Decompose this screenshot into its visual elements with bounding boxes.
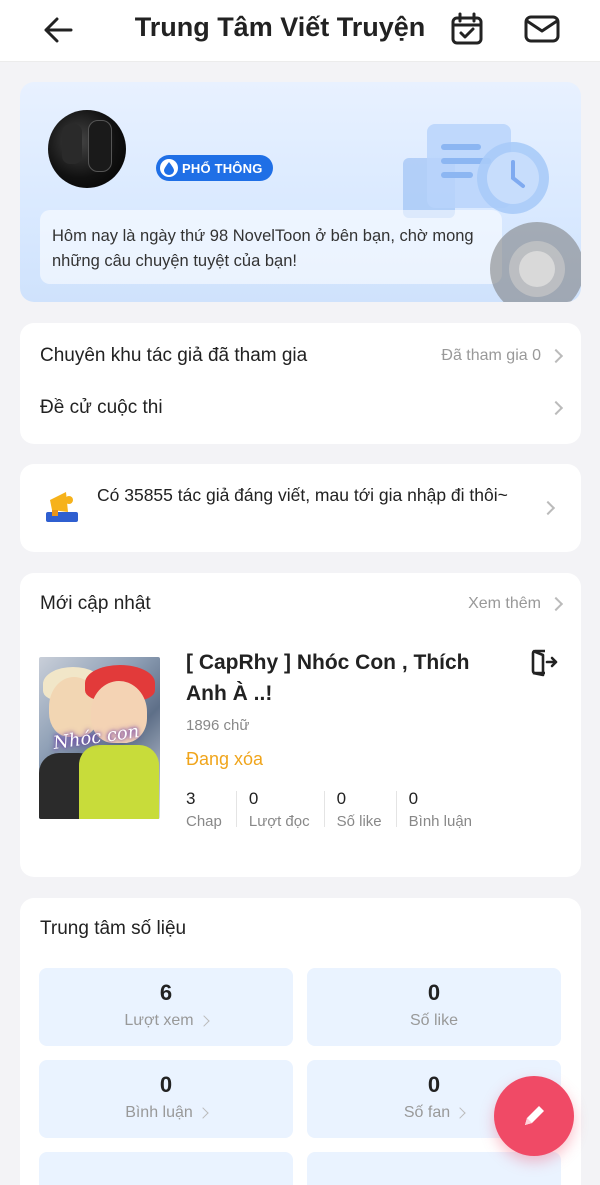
chevron-right-icon: [548, 348, 564, 364]
data-center-card: Trung tâm số liệu 6 Lượt xem 0 Số like 0…: [20, 898, 581, 1185]
stat-comments: 0 Bình luận: [409, 789, 486, 830]
stat-label: Số like: [336, 813, 382, 830]
stat-label: Lượt đọc: [248, 813, 310, 830]
story-stats: 3 Chap 0 Lượt đọc 0 Số like 0 Bình luận: [186, 789, 486, 830]
story-title[interactable]: [ CapRhy ] Nhóc Con , Thích Anh À ..!: [186, 647, 506, 709]
stat-label: Chap: [186, 813, 222, 830]
tile-likes[interactable]: 0 Số like: [307, 968, 561, 1046]
story-status: Đang xóa: [186, 749, 264, 769]
promo-text: Có 35855 tác giả đáng viết, mau tới gia …: [97, 485, 508, 505]
author-links-card: Chuyên khu tác giả đã tham gia Đã tham g…: [20, 323, 581, 444]
stat-label: Bình luận: [408, 813, 473, 830]
welcome-message: Hôm nay là ngày thứ 98 NovelToon ở bên b…: [40, 210, 502, 284]
recent-updates-card: Mới cập nhật Xem thêm Nhóc con [ CapRhy …: [20, 573, 581, 877]
floating-assistive-button[interactable]: [490, 222, 581, 302]
chevron-right-icon: [548, 400, 564, 416]
divider: [235, 791, 237, 827]
tile-views[interactable]: 6 Lượt xem: [39, 968, 293, 1046]
profile-card: PHỔ THÔNG Hôm nay là ngày thứ 98 NovelTo…: [20, 82, 581, 302]
divider: [395, 791, 397, 827]
chevron-right-icon: [197, 1015, 210, 1027]
membership-badge: PHỔ THÔNG: [156, 155, 273, 181]
tile-partial[interactable]: [39, 1152, 293, 1185]
tile-comments[interactable]: 0 Bình luận: [39, 1060, 293, 1138]
see-more-link[interactable]: Xem thêm: [468, 595, 564, 613]
stat-likes: 0 Số like: [337, 789, 396, 830]
data-center-header: Trung tâm số liệu: [40, 918, 561, 940]
exit-icon[interactable]: [528, 647, 558, 677]
tile-partial[interactable]: [307, 1152, 561, 1185]
story-cover-image[interactable]: Nhóc con: [39, 657, 160, 819]
stat-value: 3: [186, 789, 196, 808]
write-fab-button[interactable]: [494, 1076, 574, 1156]
megaphone-icon: [46, 492, 78, 522]
joined-zones-row[interactable]: Chuyên khu tác giả đã tham gia Đã tham g…: [40, 345, 564, 367]
water-drop-icon: [160, 159, 178, 177]
tile-label: Lượt xem: [124, 1012, 194, 1029]
membership-badge-label: PHỔ THÔNG: [182, 160, 263, 176]
stat-reads: 0 Lượt đọc: [249, 789, 324, 830]
tile-label: Số fan: [403, 1104, 451, 1121]
divider: [323, 791, 325, 827]
mail-icon[interactable]: [522, 10, 562, 48]
page-title: Trung Tâm Viết Truyện: [134, 12, 426, 42]
joined-zones-label: Chuyên khu tác giả đã tham gia: [40, 345, 308, 366]
stat-value: 0: [408, 789, 419, 808]
contest-nomination-label: Đề cử cuộc thi: [40, 397, 163, 418]
word-count: 1896 chữ: [186, 717, 250, 734]
stat-value: 0: [336, 789, 347, 808]
chevron-right-icon: [197, 1107, 209, 1119]
tile-label: Bình luận: [125, 1104, 193, 1121]
stat-value: 0: [248, 789, 259, 808]
stat-chapters: 3 Chap: [186, 789, 236, 830]
see-more-label: Xem thêm: [468, 595, 541, 612]
chevron-right-icon: [540, 500, 556, 516]
promo-card[interactable]: Có 35855 tác giả đáng viết, mau tới gia …: [20, 464, 581, 552]
top-bar: Trung Tâm Viết Truyện: [0, 0, 600, 62]
joined-zones-value: Đã tham gia 0: [441, 347, 541, 364]
pencil-icon: [525, 1106, 544, 1125]
section-title: Trung tâm số liệu: [40, 918, 187, 939]
tile-value: 0: [159, 1072, 173, 1097]
contest-nomination-row[interactable]: Đề cử cuộc thi: [40, 397, 564, 419]
chevron-right-icon: [454, 1107, 466, 1119]
tile-value: 0: [427, 980, 441, 1005]
tile-label: Số like: [409, 1012, 459, 1029]
section-title: Mới cập nhật: [40, 593, 151, 614]
recent-updates-header: Mới cập nhật Xem thêm: [40, 593, 564, 615]
calendar-check-icon[interactable]: [448, 10, 486, 48]
avatar[interactable]: [48, 110, 126, 188]
tile-value: 6: [159, 980, 173, 1005]
chevron-right-icon: [548, 596, 564, 612]
